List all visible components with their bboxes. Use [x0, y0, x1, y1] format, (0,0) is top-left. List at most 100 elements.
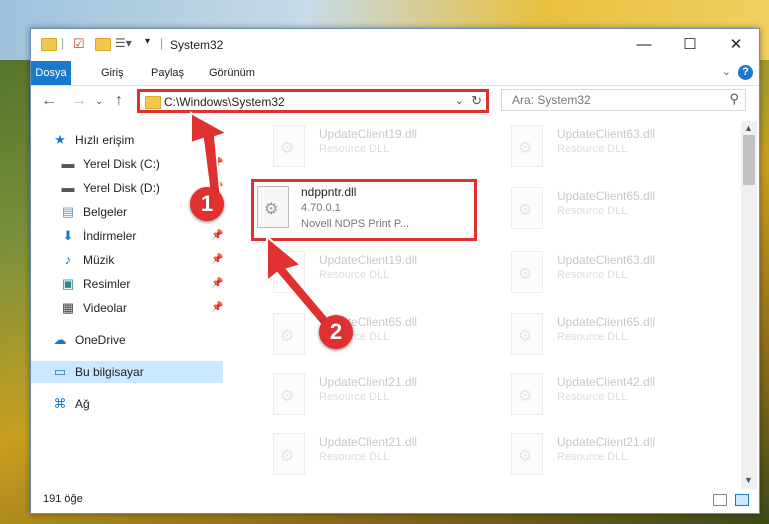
file-item[interactable]: UpdateClient65.dll Resource DLL	[489, 185, 709, 237]
sidebar-item-label: Müzik	[83, 253, 115, 267]
file-name: UpdateClient65.dll	[557, 189, 656, 203]
sidebar-item-network[interactable]: ⌘ Ağ	[31, 393, 223, 415]
cloud-icon: ☁	[53, 332, 67, 347]
search-icon[interactable]: ⚲	[729, 91, 739, 107]
file-name: UpdateClient21.dll	[557, 435, 656, 449]
dll-file-icon	[511, 125, 543, 167]
maximize-button[interactable]: ☐	[667, 29, 713, 61]
drive-icon: ▬	[61, 156, 75, 171]
network-icon: ⌘	[53, 396, 67, 411]
chevron-down-icon[interactable]: ⌄	[722, 65, 731, 78]
window-title: System32	[170, 38, 224, 52]
customize-icon[interactable]: ☰▾	[115, 36, 132, 52]
file-item[interactable]: UpdateClient21.dll Resource DLL	[251, 371, 471, 423]
status-bar: 191 öğe	[31, 489, 759, 513]
quick-access-dropdown[interactable]: ▾	[145, 36, 150, 52]
dll-file-icon	[511, 433, 543, 475]
file-item[interactable]: UpdateClient21.dll Resource DLL	[489, 431, 709, 483]
item-count: 191 öğe	[43, 493, 83, 505]
minimize-button[interactable]: —	[621, 29, 667, 61]
sidebar-item-label: Videolar	[83, 301, 127, 315]
folder-icon	[145, 96, 161, 109]
video-icon: ▦	[61, 300, 75, 315]
dll-file-icon	[511, 187, 543, 229]
tab-file[interactable]: Dosya	[31, 61, 71, 85]
new-folder-icon[interactable]	[95, 38, 111, 51]
dll-file-icon	[273, 373, 305, 415]
dll-file-icon	[511, 373, 543, 415]
sidebar-item-label: Hızlı erişim	[75, 133, 135, 147]
marker-two: 2	[319, 315, 353, 349]
file-description: Resource DLL	[557, 269, 628, 281]
sidebar-item-label: Bu bilgisayar	[75, 365, 144, 379]
separator: |	[61, 36, 65, 50]
sidebar-item-label: Yerel Disk (C:)	[83, 157, 160, 171]
up-button[interactable]: ↑	[115, 92, 123, 110]
marker-one: 1	[190, 187, 224, 221]
file-name: UpdateClient63.dll	[557, 127, 656, 141]
tab-view[interactable]: Görünüm	[199, 61, 265, 85]
sidebar-item-label: Resimler	[83, 277, 131, 291]
large-icons-view-icon[interactable]	[735, 494, 749, 506]
file-item[interactable]: UpdateClient65.dll Resource DLL	[489, 311, 709, 363]
scroll-down-icon[interactable]: ▼	[744, 475, 753, 485]
file-name: UpdateClient21.dll	[319, 375, 418, 389]
file-description: Resource DLL	[557, 331, 628, 343]
file-description: Resource DLL	[557, 205, 628, 217]
file-item[interactable]: UpdateClient42.dll Resource DLL	[489, 371, 709, 423]
sidebar-item-onedrive[interactable]: ☁ OneDrive	[31, 329, 223, 351]
help-icon[interactable]: ?	[738, 65, 753, 80]
file-description: Resource DLL	[557, 451, 628, 463]
file-item[interactable]: UpdateClient63.dll Resource DLL	[489, 123, 709, 175]
title-bar: | ☑ ☰▾ ▾ | System32 — ☐ ✕	[31, 29, 759, 61]
file-name: UpdateClient63.dll	[557, 253, 656, 267]
file-name: UpdateClient42.dll	[557, 375, 656, 389]
scroll-thumb[interactable]	[743, 135, 755, 185]
tab-home[interactable]: Giriş	[91, 61, 134, 85]
sidebar-item-label: OneDrive	[75, 333, 126, 347]
refresh-icon[interactable]: ↻	[471, 93, 482, 109]
file-item[interactable]: UpdateClient63.dll Resource DLL	[489, 249, 709, 301]
dll-file-icon	[511, 313, 543, 355]
dll-file-icon	[511, 251, 543, 293]
pictures-icon: ▣	[61, 276, 75, 291]
download-icon: ⬇	[62, 228, 74, 243]
sidebar-item-label: Belgeler	[83, 205, 128, 219]
properties-icon[interactable]: ☑	[73, 36, 85, 52]
separator: |	[160, 36, 164, 50]
folder-icon	[41, 38, 57, 51]
file-description: Resource DLL	[557, 391, 628, 403]
file-description: Resource DLL	[319, 451, 390, 463]
address-text[interactable]: C:\Windows\System32	[164, 95, 285, 109]
computer-icon: ▭	[53, 364, 67, 379]
file-item[interactable]: UpdateClient21.dll Resource DLL	[251, 431, 471, 483]
document-icon: ▤	[61, 204, 75, 219]
vertical-scrollbar[interactable]: ▲ ▼	[741, 121, 757, 489]
sidebar-item-label: Yerel Disk (D:)	[83, 181, 160, 195]
search-placeholder: Ara: System32	[512, 93, 591, 107]
tab-share[interactable]: Paylaş	[141, 61, 194, 85]
drive-icon: ▬	[61, 180, 75, 195]
file-description: Resource DLL	[557, 143, 628, 155]
close-button[interactable]: ✕	[713, 29, 759, 61]
back-button[interactable]: ←	[41, 92, 57, 110]
scroll-up-icon[interactable]: ▲	[744, 123, 753, 133]
star-icon: ★	[54, 132, 66, 147]
file-name: UpdateClient65.dll	[557, 315, 656, 329]
sidebar-item-label: İndirmeler	[83, 229, 137, 243]
ribbon: Dosya Giriş Paylaş Görünüm ⌄ ?	[31, 61, 759, 86]
sidebar-item-this-pc[interactable]: ▭ Bu bilgisayar	[31, 361, 223, 383]
forward-button[interactable]: →	[71, 92, 87, 110]
arrow-two	[266, 234, 333, 327]
dll-file-icon	[273, 433, 305, 475]
search-input[interactable]: Ara: System32 ⚲	[501, 89, 746, 111]
chevron-down-icon[interactable]: ⌄	[455, 94, 464, 107]
file-description: Resource DLL	[319, 391, 390, 403]
sidebar-item-label: Ağ	[75, 397, 90, 411]
navigation-bar: ← → ⌄ ↑ C:\Windows\System32 ⌄ ↻ Ara: Sys…	[31, 86, 759, 118]
file-name: UpdateClient21.dll	[319, 435, 418, 449]
recent-dropdown[interactable]: ⌄	[95, 96, 103, 107]
details-view-icon[interactable]	[713, 494, 727, 506]
explorer-window: | ☑ ☰▾ ▾ | System32 — ☐ ✕ Dosya Giriş Pa…	[30, 28, 760, 514]
music-icon: ♪	[64, 252, 72, 267]
